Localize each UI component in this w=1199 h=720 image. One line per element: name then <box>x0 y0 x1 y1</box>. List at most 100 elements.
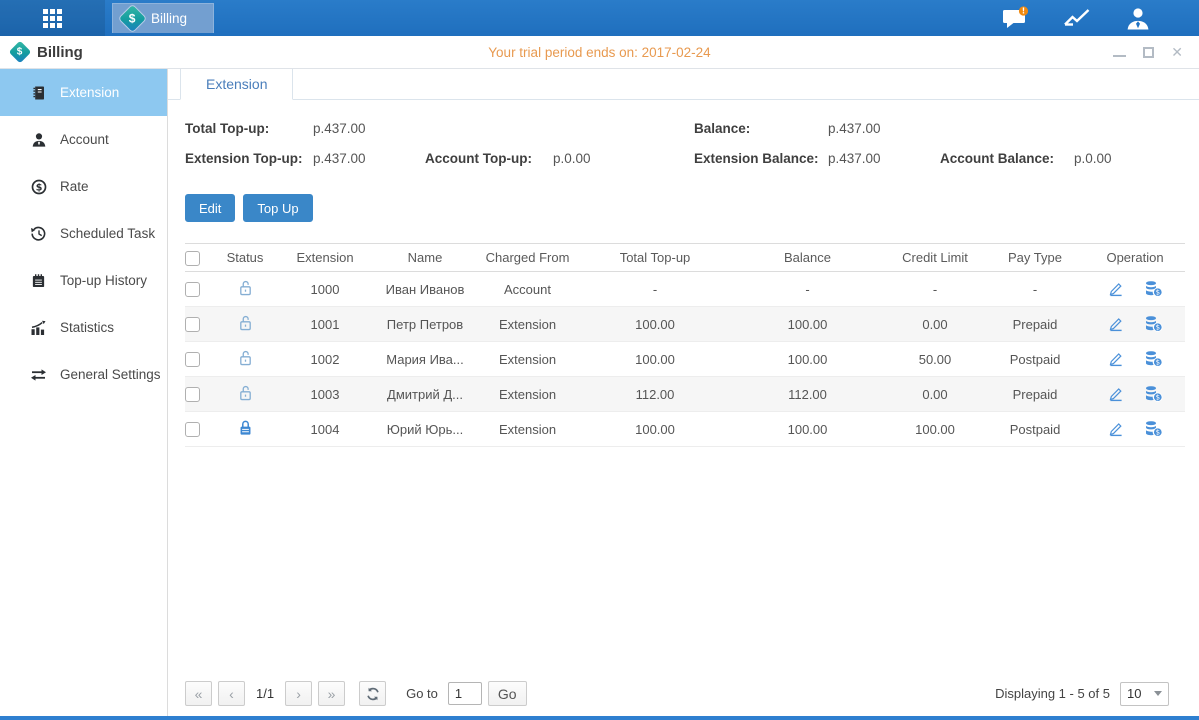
lock-open-icon[interactable] <box>238 384 253 402</box>
billing-window: $ Billing ! <box>0 0 1199 720</box>
edit-icon[interactable] <box>1108 386 1124 402</box>
lock-open-icon[interactable] <box>238 314 253 332</box>
column-header-operation: Operation <box>1085 250 1185 265</box>
desktop-topbar: $ Billing ! <box>0 0 1199 36</box>
page-size-value: 10 <box>1127 686 1141 701</box>
cell-credit-limit: 0.00 <box>885 387 985 402</box>
column-header-balance: Balance <box>730 250 885 265</box>
lock-open-icon[interactable] <box>238 279 253 297</box>
sidebar-item-extension[interactable]: Extension <box>0 69 167 116</box>
row-checkbox[interactable] <box>185 352 200 367</box>
goto-page-input[interactable] <box>448 682 482 705</box>
column-header-total-top-up: Total Top-up <box>580 250 730 265</box>
svg-text:!: ! <box>1022 7 1025 16</box>
cell-total-topup: 100.00 <box>580 422 730 437</box>
sidebar-item-rate[interactable]: $Rate <box>0 163 167 210</box>
cell-pay-type: Postpaid <box>985 422 1085 437</box>
history-clock-icon <box>30 225 47 242</box>
edit-button[interactable]: Edit <box>185 194 235 222</box>
cell-balance: - <box>730 282 885 297</box>
cell-charged-from: Extension <box>475 352 580 367</box>
sidebar-item-label: Scheduled Task <box>60 226 155 241</box>
sidebar-item-scheduled-task[interactable]: Scheduled Task <box>0 210 167 257</box>
first-page-button[interactable]: « <box>185 681 212 706</box>
cell-total-topup: 112.00 <box>580 387 730 402</box>
cell-credit-limit: - <box>885 282 985 297</box>
cell-charged-from: Extension <box>475 422 580 437</box>
refresh-button[interactable] <box>359 681 386 706</box>
edit-icon[interactable] <box>1108 281 1124 297</box>
taskbar-tab-billing[interactable]: $ Billing <box>112 3 214 33</box>
topup-coins-icon[interactable]: $ <box>1144 351 1163 367</box>
page-size-select[interactable]: 10 <box>1120 682 1169 706</box>
window-bottom-edge <box>0 716 1199 720</box>
edit-icon[interactable] <box>1108 421 1124 437</box>
exchange-arrows-icon <box>30 366 47 383</box>
messages-icon[interactable]: ! <box>1002 6 1029 30</box>
cell-charged-from: Account <box>475 282 580 297</box>
pagination: « ‹ 1/1 › » Go to Go <box>185 681 527 706</box>
tab-strip: Extension <box>168 69 1199 100</box>
lock-closed-icon[interactable] <box>238 419 253 437</box>
sidebar-item-general-settings[interactable]: General Settings <box>0 351 167 398</box>
rate-dollar-icon: $ <box>30 178 47 195</box>
extension-balance-value: p.437.00 <box>828 151 940 166</box>
svg-text:$: $ <box>1155 394 1159 402</box>
sidebar-item-label: Account <box>60 132 109 147</box>
lock-open-icon[interactable] <box>238 349 253 367</box>
statistics-icon <box>30 319 47 336</box>
table-row: 1002Мария Ива...Extension100.00100.0050.… <box>185 342 1185 377</box>
cell-extension: 1003 <box>275 387 375 402</box>
row-checkbox[interactable] <box>185 387 200 402</box>
sidebar-item-label: Top-up History <box>60 273 147 288</box>
billing-app-icon: $ <box>119 5 146 32</box>
prev-page-button[interactable]: ‹ <box>218 681 245 706</box>
table-header: StatusExtensionNameCharged FromTotal Top… <box>185 243 1185 272</box>
sidebar-item-top-up-history[interactable]: Top-up History <box>0 257 167 304</box>
account-balance-value: p.0.00 <box>1074 151 1186 166</box>
last-page-button[interactable]: » <box>318 681 345 706</box>
cell-pay-type: Prepaid <box>985 387 1085 402</box>
user-icon[interactable] <box>1125 7 1151 30</box>
total-topup-value: p.437.00 <box>313 121 425 136</box>
go-button[interactable]: Go <box>488 681 527 706</box>
topup-coins-icon[interactable]: $ <box>1144 421 1163 437</box>
account-topup-label: Account Top-up: <box>425 151 553 166</box>
tab-extension[interactable]: Extension <box>180 69 293 100</box>
maximize-button[interactable] <box>1143 47 1154 58</box>
cell-balance: 100.00 <box>730 422 885 437</box>
next-page-button[interactable]: › <box>285 681 312 706</box>
cell-extension: 1000 <box>275 282 375 297</box>
cell-credit-limit: 100.00 <box>885 422 985 437</box>
billing-window-icon: $ <box>9 41 32 64</box>
sidebar-item-account[interactable]: Account <box>0 116 167 163</box>
memo-icon <box>30 272 47 289</box>
app-launcher-button[interactable] <box>0 0 105 36</box>
close-button[interactable]: ✕ <box>1171 45 1183 59</box>
topup-coins-icon[interactable]: $ <box>1144 316 1163 332</box>
minimize-button[interactable] <box>1113 48 1126 57</box>
topup-coins-icon[interactable]: $ <box>1144 386 1163 402</box>
resource-monitor-icon[interactable] <box>1063 7 1091 29</box>
cell-name: Иван Иванов <box>375 282 475 297</box>
svg-text:$: $ <box>1155 429 1159 437</box>
person-icon <box>30 131 47 148</box>
sidebar-item-statistics[interactable]: Statistics <box>0 304 167 351</box>
sidebar: Extension Account $Rate Scheduled Task Top-u… <box>0 69 168 716</box>
select-all-checkbox[interactable] <box>185 251 200 266</box>
main-content: Extension Total Top-up: p.437.00 Balance… <box>168 69 1199 716</box>
cell-pay-type: Postpaid <box>985 352 1085 367</box>
row-checkbox[interactable] <box>185 317 200 332</box>
row-checkbox[interactable] <box>185 282 200 297</box>
topup-coins-icon[interactable]: $ <box>1144 281 1163 297</box>
top-up-button[interactable]: Top Up <box>243 194 312 222</box>
window-titlebar: $ Billing Your trial period ends on: 201… <box>0 36 1199 69</box>
row-checkbox[interactable] <box>185 422 200 437</box>
table-footer: « ‹ 1/1 › » Go to Go <box>168 681 1199 716</box>
edit-icon[interactable] <box>1108 351 1124 367</box>
cell-balance: 100.00 <box>730 317 885 332</box>
svg-text:$: $ <box>1155 324 1159 332</box>
cell-pay-type: - <box>985 282 1085 297</box>
column-header-extension: Extension <box>275 250 375 265</box>
edit-icon[interactable] <box>1108 316 1124 332</box>
